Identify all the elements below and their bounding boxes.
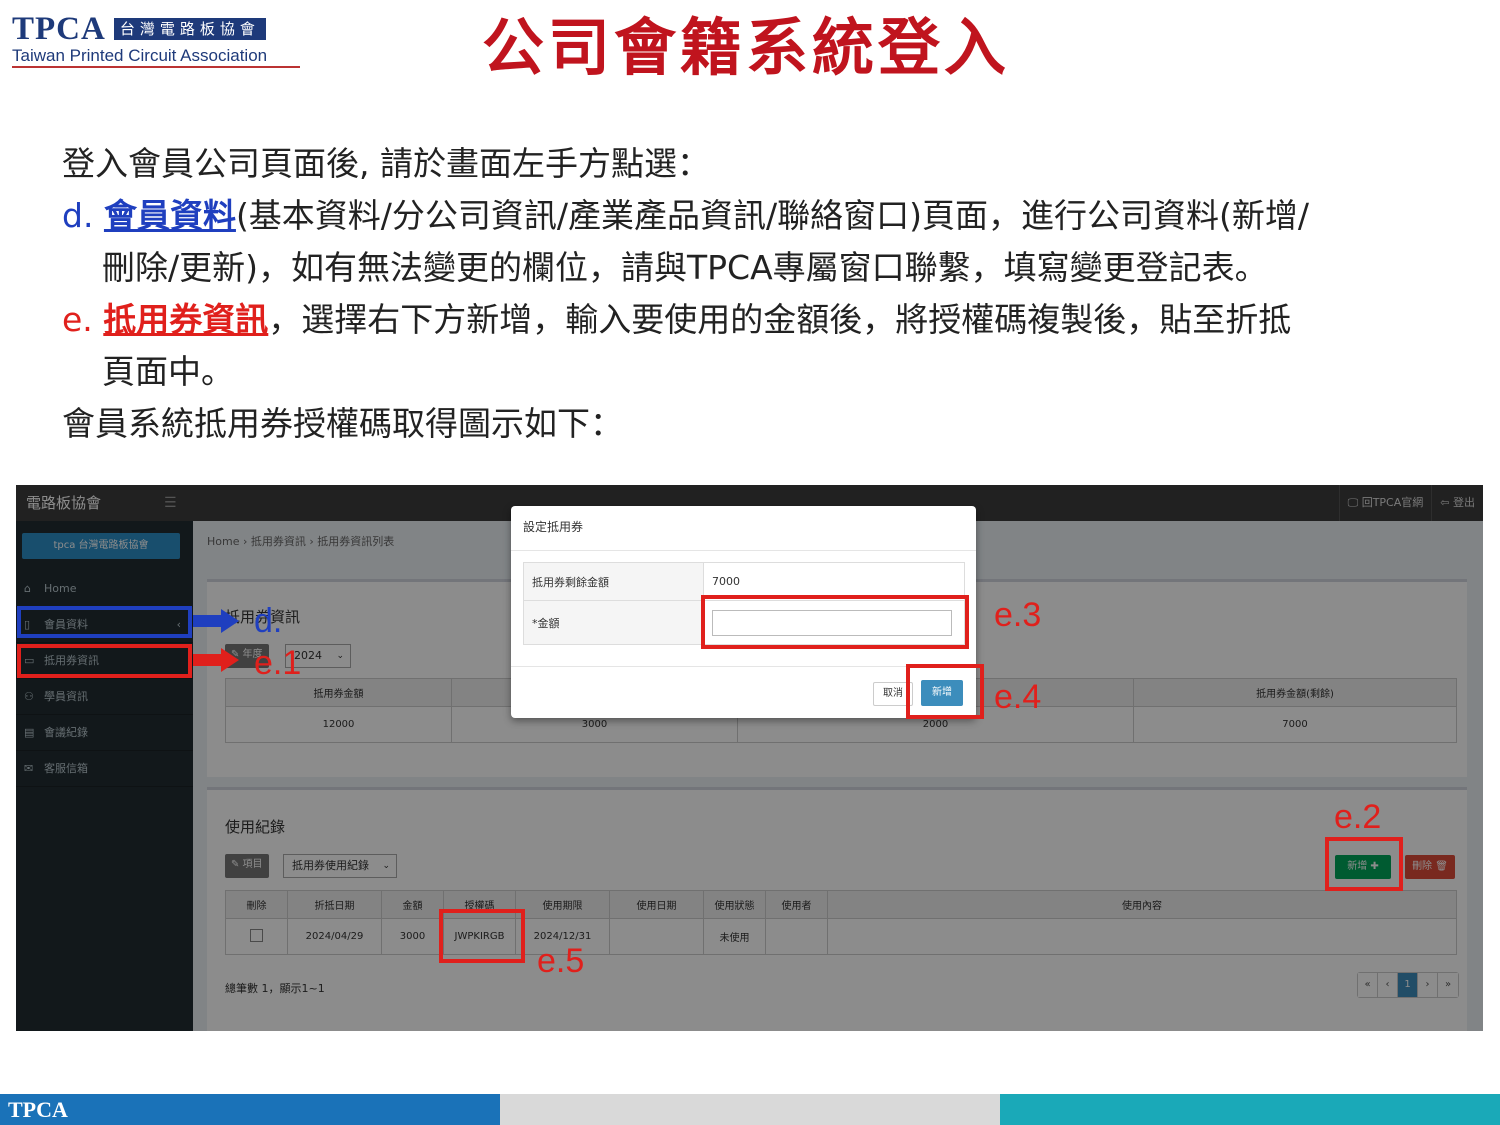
annotation-e3: e.3 bbox=[994, 596, 1042, 634]
e-text-a: ，選擇右下方新增，輸入要使用的金額後，將授權碼複製後，貼至折抵 bbox=[268, 300, 1292, 339]
highlight-box-e5 bbox=[439, 909, 525, 963]
d-label: d. bbox=[62, 196, 94, 235]
amount-label: *金額 bbox=[523, 600, 704, 645]
d-text-a: (基本資料/分公司資訊/產業產品資訊/聯絡窗口)頁面，進行公司資料(新增/ bbox=[235, 196, 1310, 235]
logo-abbr: TPCA bbox=[12, 11, 106, 47]
tpca-logo: TPCA 台灣電路板協會 Taiwan Printed Circuit Asso… bbox=[12, 11, 302, 68]
highlight-box-e4 bbox=[906, 664, 984, 719]
instruction-last: 會員系統抵用券授權碼取得圖示如下： bbox=[62, 404, 623, 443]
logo-chinese: 台灣電路板協會 bbox=[113, 18, 266, 40]
annotation-e2: e.2 bbox=[1334, 798, 1382, 836]
arrow-right-icon bbox=[193, 648, 241, 672]
instruction-d: d. 會員資料(基本資料/分公司資訊/產業產品資訊/聯絡窗口)頁面，進行公司資料… bbox=[62, 190, 1309, 242]
d-text-b: 刪除/更新)，如有無法變更的欄位，請與TPCA專屬窗口聯繫，填寫變更登記表。 bbox=[102, 248, 1268, 287]
slide-footer: TPCA bbox=[0, 1094, 1500, 1125]
footer-band-teal bbox=[1000, 1094, 1500, 1125]
e-label: e. bbox=[62, 300, 93, 339]
highlight-box-e3 bbox=[701, 595, 969, 649]
footer-label: TPCA bbox=[0, 1094, 500, 1125]
member-system-screenshot: 🖵 回TPCA官網 ⇦ 登出 電路板協會 ☰ tpca 台灣電路板協會 ⌂ Hom… bbox=[16, 485, 1483, 1031]
slide-title: 公司會籍系統登入 bbox=[482, 11, 1011, 84]
footer-band-gray bbox=[500, 1094, 1000, 1125]
highlight-box-d bbox=[17, 606, 192, 638]
instruction-e: e. 抵用券資訊，選擇右下方新增，輸入要使用的金額後，將授權碼複製後，貼至折抵 bbox=[62, 294, 1291, 346]
arrow-right-icon bbox=[193, 609, 241, 633]
e-text-b: 頁面中。 bbox=[102, 352, 234, 391]
remaining-label: 抵用券剩餘金額 bbox=[523, 562, 704, 601]
d-highlight: 會員資料 bbox=[103, 196, 236, 235]
logo-english: Taiwan Printed Circuit Association bbox=[12, 46, 300, 68]
annotation-e4: e.4 bbox=[994, 678, 1042, 716]
modal-title: 設定抵用券 bbox=[523, 520, 584, 534]
modal-divider bbox=[511, 550, 976, 551]
instruction-line-1: 登入會員公司頁面後, 請於畫面左手方點選： bbox=[62, 144, 710, 183]
highlight-box-e1 bbox=[17, 644, 192, 678]
e-highlight: 抵用券資訊 bbox=[103, 300, 269, 339]
highlight-box-e2 bbox=[1325, 837, 1403, 891]
annotation-e1: e.1 bbox=[254, 644, 302, 682]
annotation-d: d. bbox=[254, 602, 283, 640]
annotation-e5: e.5 bbox=[537, 942, 585, 980]
